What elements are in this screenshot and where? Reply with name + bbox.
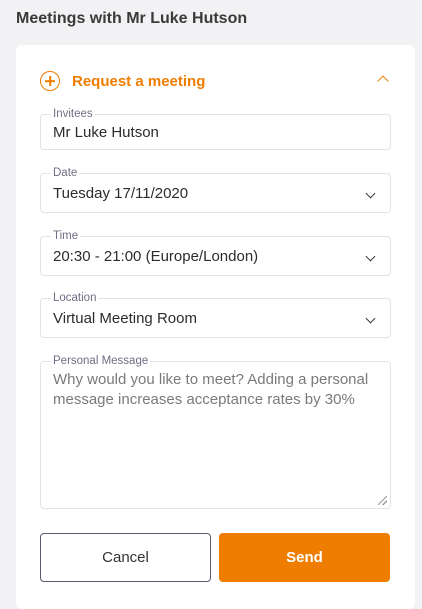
resize-handle-icon[interactable] xyxy=(378,496,387,505)
cancel-button[interactable]: Cancel xyxy=(40,533,211,582)
chevron-down-icon[interactable] xyxy=(365,188,376,199)
time-select[interactable]: Time 20:30 - 21:00 (Europe/London) xyxy=(40,230,391,276)
send-button[interactable]: Send xyxy=(219,533,390,582)
date-select[interactable]: Date Tuesday 17/11/2020 xyxy=(40,167,391,213)
location-select[interactable]: Location Virtual Meeting Room xyxy=(40,292,391,338)
invitees-label: Invitees xyxy=(51,108,95,120)
request-meeting-header[interactable]: Request a meeting xyxy=(40,69,391,93)
personal-message-field[interactable]: Personal Message xyxy=(40,355,391,509)
location-value: Virtual Meeting Room xyxy=(53,310,197,327)
plus-circle-icon[interactable] xyxy=(40,71,60,91)
personal-message-label: Personal Message xyxy=(51,355,151,367)
invitees-value: Mr Luke Hutson xyxy=(53,124,159,141)
meeting-request-card: Request a meeting Invitees Mr Luke Hutso… xyxy=(16,45,415,609)
request-meeting-title[interactable]: Request a meeting xyxy=(72,73,205,90)
location-label: Location xyxy=(51,292,99,304)
time-value: 20:30 - 21:00 (Europe/London) xyxy=(53,248,259,265)
date-value: Tuesday 17/11/2020 xyxy=(53,185,189,202)
invitees-field[interactable]: Invitees Mr Luke Hutson xyxy=(40,108,391,150)
chevron-up-icon[interactable] xyxy=(377,75,389,87)
time-label: Time xyxy=(51,230,81,242)
page-title: Meetings with Mr Luke Hutson xyxy=(16,10,248,27)
chevron-down-icon[interactable] xyxy=(365,313,376,324)
chevron-down-icon[interactable] xyxy=(365,251,376,262)
date-label: Date xyxy=(51,167,80,179)
personal-message-textarea[interactable] xyxy=(53,370,379,498)
